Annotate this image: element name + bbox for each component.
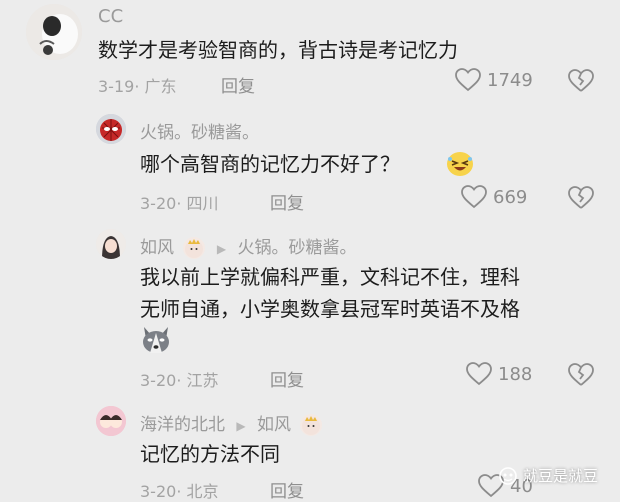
- watermark: 就豆是就豆: [499, 465, 598, 486]
- heart-icon: [455, 68, 481, 92]
- crown-avatar-icon: [300, 414, 323, 436]
- comment-meta: 3-20· 北京: [140, 478, 219, 502]
- comment-item: CC 数学才是考验智商的，背古诗是考记忆力 3-19· 广东 回复 1749: [0, 0, 620, 110]
- dislike-button[interactable]: [568, 186, 594, 214]
- comment-meta: 3-20· 江苏: [140, 367, 219, 391]
- comment-date: 3-20: [140, 194, 177, 213]
- reply-button[interactable]: 回复: [270, 366, 304, 391]
- reply-arrow-icon: ▶: [236, 419, 246, 433]
- reply-to-name[interactable]: 如风: [257, 415, 291, 435]
- reply-to-name[interactable]: 火锅。砂糖酱。: [237, 238, 356, 258]
- broken-heart-icon: [568, 363, 594, 386]
- comment-text-content: 哪个高智商的记忆力不好了？: [140, 152, 400, 176]
- comment-text-line: 无师自通，小学奥数拿县冠军时英语不及格: [140, 297, 520, 321]
- reply-button[interactable]: 回复: [270, 189, 304, 214]
- comment-location: · 四川: [176, 194, 219, 213]
- reply-button[interactable]: 回复: [221, 72, 255, 97]
- heart-icon: [466, 362, 492, 386]
- watermark-logo-icon: [499, 466, 517, 485]
- watermark-text: 就豆是就豆: [522, 467, 598, 485]
- dislike-button[interactable]: [568, 69, 594, 97]
- husky-emoji-icon: [140, 325, 172, 359]
- dislike-button[interactable]: [568, 363, 594, 391]
- comment-location: · 广东: [134, 77, 177, 96]
- comment-date: 3-20: [140, 371, 177, 390]
- reply-item: 如风 ▶ 火锅。砂糖酱。 我以前上学就偏科严重，文科记不住，理科 无师自通，小学…: [0, 225, 620, 395]
- broken-heart-icon: [568, 186, 594, 209]
- like-count: 1749: [487, 69, 533, 91]
- heart-icon: [461, 185, 487, 209]
- comment-location: · 江苏: [176, 371, 219, 390]
- broken-heart-icon: [568, 69, 594, 92]
- comment-meta: 3-20· 四川: [140, 190, 219, 214]
- username: 海洋的北北 ▶ 如风: [140, 410, 323, 436]
- comment-text: 哪个高智商的记忆力不好了？: [140, 148, 400, 180]
- crown-avatar-icon: [183, 237, 206, 259]
- comment-text: 我以前上学就偏科严重，文科记不住，理科 无师自通，小学奥数拿县冠军时英语不及格: [140, 261, 520, 325]
- comment-location: · 北京: [176, 482, 219, 501]
- avatar[interactable]: [96, 406, 126, 436]
- like-count: 669: [493, 186, 528, 208]
- comment-meta: 3-19· 广东: [98, 73, 177, 97]
- reply-button[interactable]: 回复: [270, 477, 304, 502]
- avatar[interactable]: [96, 114, 126, 144]
- username-text[interactable]: 海洋的北北: [140, 415, 225, 435]
- comment-date: 3-20: [140, 482, 177, 501]
- comment-date: 3-19: [98, 77, 135, 96]
- username-text[interactable]: 如风: [140, 238, 174, 258]
- like-count: 188: [498, 363, 533, 385]
- comment-text: 数学才是考验智商的，背古诗是考记忆力: [98, 38, 458, 62]
- avatar[interactable]: [96, 229, 126, 259]
- reply-item: 火锅。砂糖酱。 哪个高智商的记忆力不好了？ 3-20· 四川 回复 669: [0, 110, 620, 225]
- username[interactable]: 火锅。砂糖酱。: [140, 118, 259, 143]
- comment-text-line: 我以前上学就偏科严重，文科记不住，理科: [140, 265, 520, 289]
- like-button[interactable]: 188: [466, 362, 532, 386]
- like-button[interactable]: 1749: [455, 68, 533, 92]
- avatar[interactable]: [26, 4, 82, 60]
- reply-arrow-icon: ▶: [216, 242, 227, 256]
- comment-text: 记忆的方法不同: [140, 442, 280, 466]
- username: 如风 ▶ 火锅。砂糖酱。: [140, 233, 356, 259]
- laughing-emoji-icon: [445, 150, 475, 182]
- like-button[interactable]: 669: [461, 185, 527, 209]
- username[interactable]: CC: [98, 6, 123, 27]
